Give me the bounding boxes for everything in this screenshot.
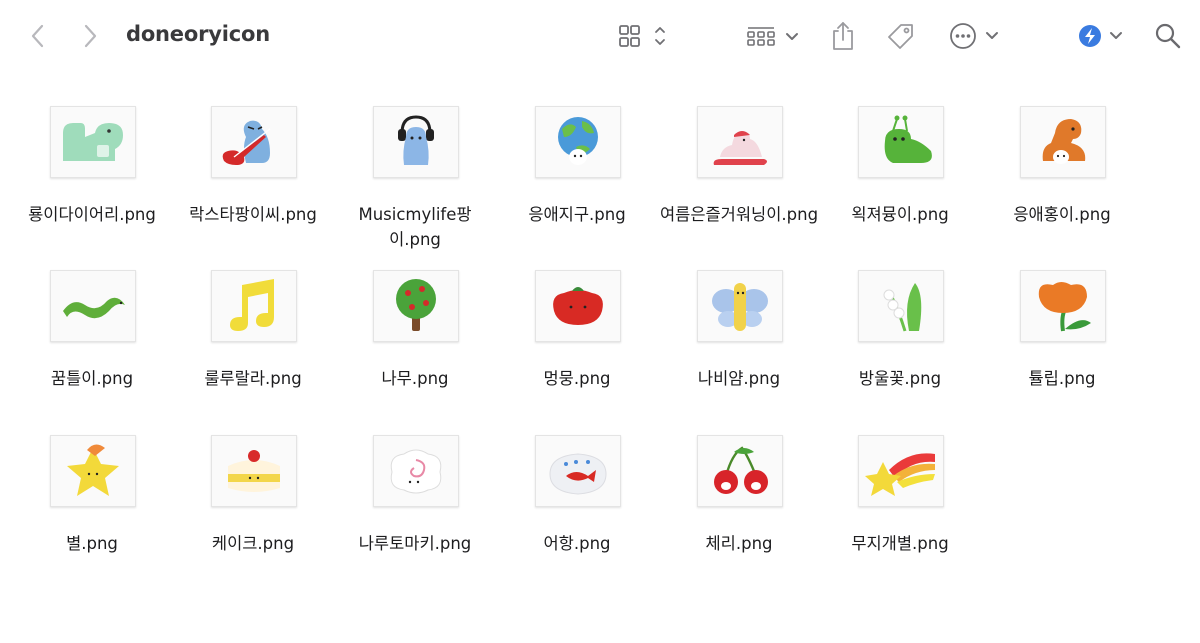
file-thumbnail[interactable]: [50, 435, 136, 507]
file-name[interactable]: 케이크.png: [173, 531, 333, 556]
file-name[interactable]: Musicmylife팡 이.png: [335, 202, 495, 252]
apple-tree-icon: [396, 279, 436, 331]
file-name[interactable]: 꿈틀이.png: [12, 366, 172, 391]
file-thumbnail[interactable]: [50, 270, 136, 342]
file-name[interactable]: 여름은즐거워닝이.png: [659, 202, 819, 227]
yellow-music-note-icon: [230, 279, 274, 331]
file-name[interactable]: 룡이다이어리.png: [12, 202, 172, 227]
file-thumbnail[interactable]: [1020, 270, 1106, 342]
butterfly-icon: [712, 283, 768, 331]
yellow-star-icon: [67, 444, 119, 496]
file-thumbnail[interactable]: [373, 106, 459, 178]
chevron-left-icon: [31, 24, 44, 48]
file-thumbnail[interactable]: [50, 106, 136, 178]
blue-headphone-creature-icon: [398, 115, 434, 165]
file-name[interactable]: 튤립.png: [982, 366, 1142, 391]
file-thumbnail[interactable]: [535, 435, 621, 507]
file-thumbnail[interactable]: [373, 270, 459, 342]
file-thumbnail[interactable]: [535, 270, 621, 342]
view-mode-button[interactable]: [617, 18, 673, 54]
tulip-icon: [1038, 282, 1091, 332]
file-name[interactable]: 나루토마키.png: [335, 531, 495, 556]
file-name[interactable]: 응애지구.png: [497, 202, 657, 227]
pink-swimmer-icon: [713, 131, 767, 165]
share-button[interactable]: [828, 18, 858, 54]
tags-button[interactable]: [885, 18, 917, 54]
finder-toolbar: doneoryicon: [0, 0, 1200, 72]
file-thumbnail[interactable]: [373, 435, 459, 507]
file-name[interactable]: 룰루랄라.png: [173, 366, 333, 391]
back-button[interactable]: [26, 18, 50, 54]
file-name[interactable]: 별.png: [12, 531, 172, 556]
ellipsis-circle-icon: [950, 23, 998, 49]
green-alien-caterpillar-icon: [884, 115, 932, 163]
file-name[interactable]: 왹져뮹이.png: [820, 202, 980, 227]
file-name[interactable]: 체리.png: [659, 531, 819, 556]
tag-icon: [888, 24, 913, 49]
cake-icon: [228, 450, 280, 492]
file-thumbnail[interactable]: [697, 270, 783, 342]
more-actions-button[interactable]: [948, 18, 1002, 54]
group-by-button[interactable]: [745, 18, 803, 54]
green-worm-icon: [63, 297, 125, 319]
file-name[interactable]: 나비얌.png: [659, 366, 819, 391]
file-thumbnail[interactable]: [1020, 106, 1106, 178]
orange-dinosaur-icon: [1042, 119, 1086, 164]
share-icon: [833, 22, 853, 50]
file-thumbnail[interactable]: [858, 270, 944, 342]
file-thumbnail[interactable]: [211, 106, 297, 178]
file-name[interactable]: 나무.png: [335, 366, 495, 391]
earth-baby-icon: [558, 117, 598, 165]
red-puppy-icon: [553, 287, 603, 325]
file-thumbnail[interactable]: [697, 106, 783, 178]
forward-button[interactable]: [78, 18, 102, 54]
grid-view-icon: [619, 25, 665, 47]
blue-guitar-creature-icon: [222, 120, 271, 165]
file-thumbnail[interactable]: [697, 435, 783, 507]
file-name[interactable]: 무지개별.png: [820, 531, 980, 556]
search-icon: [1155, 23, 1181, 49]
file-name[interactable]: 어항.png: [497, 531, 657, 556]
fish-bowl-icon: [549, 453, 607, 495]
shortcuts-button[interactable]: [1076, 18, 1126, 54]
window-title: doneoryicon: [126, 22, 270, 46]
narutomaki-icon: [390, 449, 442, 494]
file-thumbnail[interactable]: [858, 106, 944, 178]
group-by-icon: [747, 27, 798, 46]
shortcuts-icon: [1079, 25, 1122, 47]
file-name[interactable]: 락스타팡이씨.png: [173, 202, 333, 227]
green-dinosaur-icon: [63, 123, 123, 161]
file-thumbnail[interactable]: [858, 435, 944, 507]
lily-of-the-valley-icon: [883, 283, 922, 332]
file-thumbnail[interactable]: [211, 435, 297, 507]
cherry-icon: [714, 446, 768, 494]
rainbow-star-icon: [865, 453, 935, 496]
file-name[interactable]: 방울꽃.png: [820, 366, 980, 391]
file-name[interactable]: 멍뭉.png: [497, 366, 657, 391]
file-name[interactable]: 응애홍이.png: [982, 202, 1142, 227]
search-button[interactable]: [1153, 18, 1183, 54]
chevron-right-icon: [84, 24, 97, 48]
file-thumbnail[interactable]: [535, 106, 621, 178]
file-thumbnail[interactable]: [211, 270, 297, 342]
